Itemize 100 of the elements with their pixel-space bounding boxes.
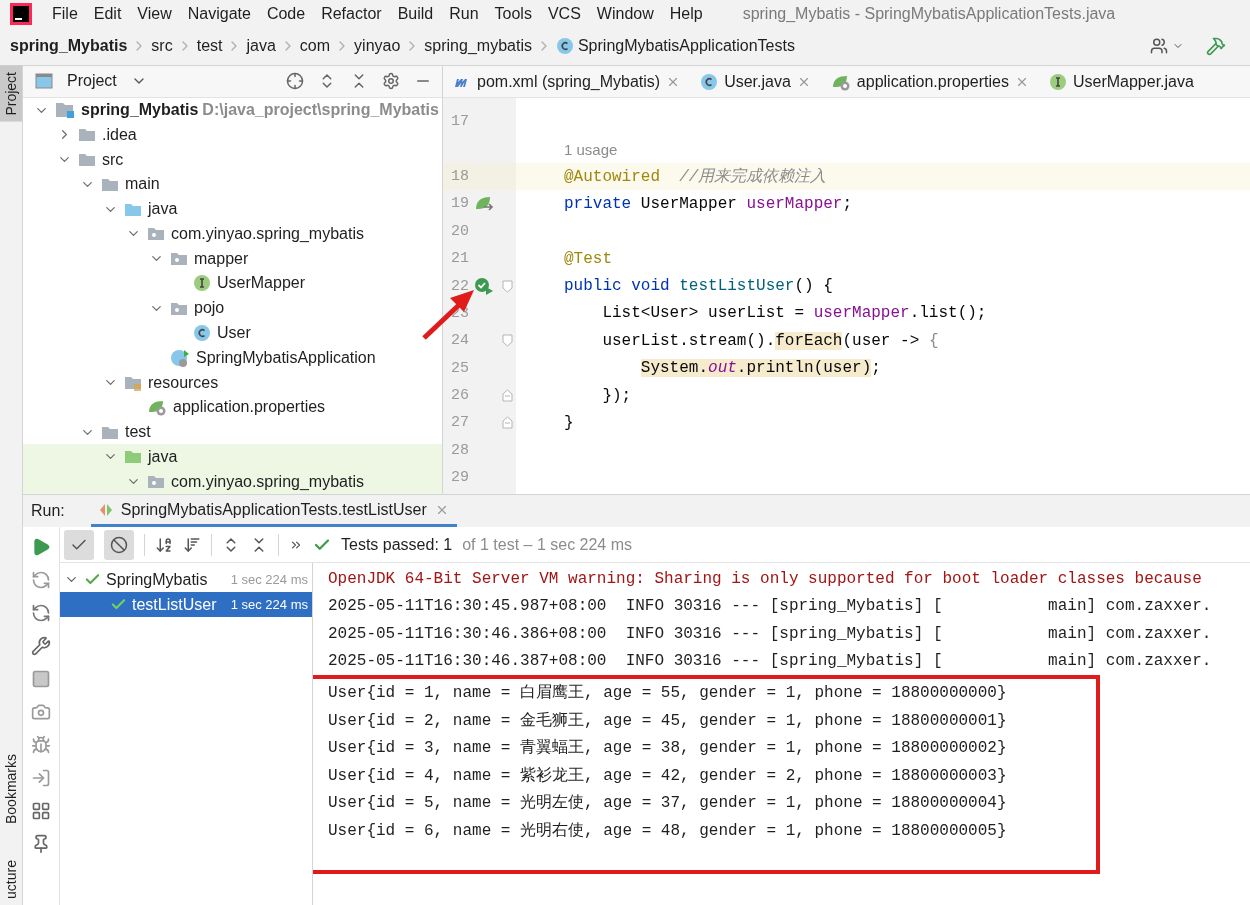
tree-item[interactable]: pojo [23, 295, 442, 321]
editor-tab[interactable]: pom.xml (spring_Mybatis) [443, 66, 691, 97]
test-suite-item[interactable]: SpringMybatis 1 sec 224 ms [60, 567, 312, 592]
tree-item[interactable]: test [23, 419, 442, 445]
run-test-icon[interactable] [474, 277, 494, 296]
code-line: userList.stream().forEach(user -> { [601, 331, 939, 350]
console-line: User{id = 5, name = 光明左使, age = 37, gender = 1, phone = 18800000004} [328, 793, 1008, 815]
menu-item[interactable]: Navigate [179, 4, 259, 23]
code-line: List<User> userList = userMapper.list(); [601, 304, 987, 323]
properties-icon [147, 398, 167, 417]
show-passed-button[interactable] [64, 529, 94, 560]
user-icon[interactable] [1150, 37, 1168, 55]
tree-item[interactable]: java [23, 444, 442, 470]
camera-icon[interactable] [31, 702, 51, 722]
menu-item[interactable]: View [129, 4, 180, 23]
breadcrumb-item[interactable]: com [299, 37, 331, 55]
project-side-tab[interactable]: Project [0, 66, 22, 122]
tree-item[interactable]: java [23, 196, 442, 222]
menu-item[interactable]: Run [441, 4, 487, 23]
menu-item[interactable]: Window [588, 4, 662, 23]
tree-item[interactable]: application.properties [23, 394, 442, 420]
console-line: 2025-05-11T16:30:46.386+08:00 INFO 30316 --- [spring_Mybatis] [ main] com.zaxxer. [328, 623, 1213, 645]
wrench-icon[interactable] [31, 636, 51, 656]
line-number: 21 [450, 250, 469, 268]
pin-icon[interactable] [31, 834, 51, 854]
breadcrumb-item[interactable]: spring_Mybatis [10, 37, 128, 55]
code-line: public void testListUser() { [564, 277, 833, 296]
line-number: 24 [450, 332, 469, 350]
menu-item[interactable]: Help [661, 4, 711, 23]
tree-item[interactable]: User [23, 320, 442, 346]
code-line: private UserMapper userMapper; [564, 194, 853, 213]
line-number: 17 [450, 113, 469, 131]
tree-item[interactable]: spring_Mybatis D:\java_project\spring_Mybatis [23, 97, 442, 123]
code-line: } [564, 414, 574, 432]
side-tab[interactable]: ucture [0, 854, 22, 905]
code-line: @Test [564, 249, 612, 268]
panel-title[interactable]: Project [67, 72, 117, 91]
tests-detail: of 1 test – 1 sec 224 ms [462, 535, 633, 554]
menu-item[interactable]: Tools [486, 4, 540, 23]
breadcrumb-item[interactable]: spring_mybatis [424, 37, 532, 55]
run-label: Run: [31, 502, 65, 520]
ban-icon [110, 535, 128, 554]
class-icon [193, 324, 211, 342]
menu-item[interactable]: File [44, 4, 86, 23]
spring-class-icon [170, 347, 190, 368]
folder-icon [78, 127, 96, 143]
tree-item[interactable]: com.yinyao.spring_mybatis [23, 469, 442, 494]
show-ignored-button[interactable] [104, 529, 134, 560]
code-line: @Autowired //用来完成依赖注入 [564, 166, 827, 187]
tree-item[interactable]: com.yinyao.spring_mybatis [23, 221, 442, 247]
tree-item[interactable]: UserMapper [23, 271, 442, 296]
breadcrumb-item[interactable]: test [196, 37, 223, 55]
toggle-rerun-icon[interactable] [31, 603, 51, 623]
layout-icon[interactable] [31, 801, 51, 821]
line-number: 18 [450, 167, 469, 185]
side-tab[interactable]: Bookmarks [0, 748, 22, 831]
tree-item[interactable]: mapper [23, 246, 442, 272]
bug-icon[interactable] [31, 735, 51, 755]
bean-icon[interactable] [474, 194, 494, 213]
window-title: spring_Mybatis - SpringMybatisApplicationTests.java [742, 4, 1116, 23]
tree-item[interactable]: resources [23, 370, 442, 395]
editor-tab[interactable]: application.properties [820, 66, 1039, 97]
console-line: User{id = 4, name = 紫衫龙王, age = 42, gender = 2, phone = 18800000003} [328, 765, 1008, 787]
line-number: 22 [450, 277, 469, 295]
breadcrumb-item[interactable]: SpringMybatisApplicationTests [577, 37, 795, 55]
folder-icon [78, 152, 96, 168]
sort-alpha-icon[interactable] [155, 535, 173, 554]
menu-item[interactable]: Build [389, 4, 442, 23]
line-number: 20 [450, 222, 469, 240]
tree-item[interactable]: .idea [23, 122, 442, 148]
tree-item[interactable]: main [23, 172, 442, 197]
tree-item[interactable]: src [23, 147, 442, 172]
test-folder-icon [124, 449, 142, 465]
play-icon[interactable] [31, 537, 51, 557]
settings-icon[interactable] [382, 72, 400, 91]
rerun-icon[interactable] [31, 570, 51, 590]
breadcrumb-item[interactable]: src [151, 37, 173, 55]
editor-tab[interactable]: User.java [690, 66, 821, 97]
sort-duration-icon[interactable] [183, 535, 201, 554]
locate-icon[interactable] [286, 72, 304, 91]
tree-item[interactable]: SpringMybatisApplication [23, 345, 442, 371]
editor-tab[interactable]: UserMapper.java [1038, 66, 1204, 97]
console-line: User{id = 1, name = 白眉鹰王, age = 55, gender = 1, phone = 18800000000} [328, 683, 1008, 705]
test-diamond-icon [98, 502, 113, 517]
run-tab[interactable]: SpringMybatisApplicationTests.testListUser [90, 495, 457, 527]
import-icon[interactable] [31, 768, 51, 788]
line-number: 29 [450, 469, 469, 487]
package-icon [170, 300, 188, 316]
folder-icon [101, 176, 119, 192]
test-case-item[interactable]: testListUser 1 sec 224 ms [60, 592, 312, 617]
console-line: 2025-05-11T16:30:46.387+08:00 INFO 30316 --- [spring_Mybatis] [ main] com.zaxxer. [328, 651, 1213, 673]
breadcrumb-item[interactable]: yinyao [354, 37, 401, 55]
stop-icon[interactable] [31, 669, 51, 689]
menu-item[interactable]: Code [258, 4, 314, 23]
folder-icon [101, 424, 119, 440]
menu-item[interactable]: Refactor [313, 4, 390, 23]
menu-item[interactable]: VCS [539, 4, 589, 23]
menu-item[interactable]: Edit [85, 4, 130, 23]
breadcrumb-item[interactable]: java [246, 37, 276, 55]
hammer-icon[interactable] [1206, 36, 1226, 56]
